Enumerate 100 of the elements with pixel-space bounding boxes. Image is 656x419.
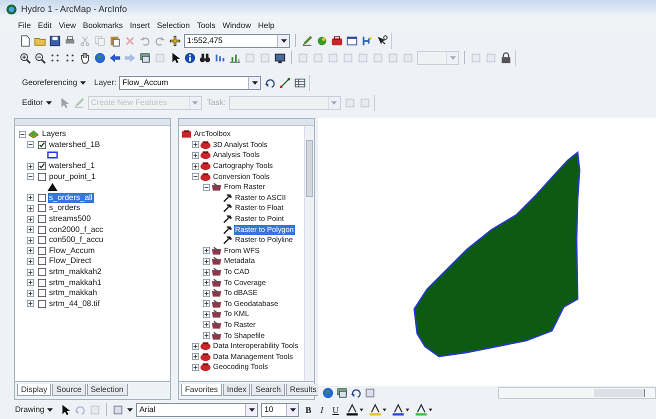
tab[interactable]: Favorites <box>181 384 222 396</box>
layer-dropdown[interactable]: Flow_Accum <box>119 76 262 90</box>
plus-icon[interactable] <box>169 34 181 46</box>
collapse-icon[interactable] <box>203 184 210 191</box>
expand-icon[interactable] <box>192 141 199 148</box>
layer-name[interactable]: Flow_Accum <box>48 246 96 256</box>
layer-name[interactable]: Flow_Direct <box>48 256 92 266</box>
menu-item[interactable]: Tools <box>196 20 216 30</box>
marker-color-icon[interactable] <box>414 403 434 416</box>
layer-name[interactable]: watershed_1 <box>48 161 96 172</box>
line-color-icon[interactable] <box>390 403 411 416</box>
expand-icon[interactable] <box>27 226 34 234</box>
expand-icon[interactable] <box>27 194 34 202</box>
dots-icon[interactable] <box>49 52 61 64</box>
checkbox[interactable] <box>38 278 46 287</box>
rotate-icon[interactable] <box>350 387 362 399</box>
globe-icon[interactable] <box>94 52 106 64</box>
expand-icon[interactable] <box>203 247 210 254</box>
expand-icon[interactable] <box>203 321 210 328</box>
layer-name[interactable]: watershed_1B <box>48 140 102 150</box>
expand-icon[interactable] <box>27 236 34 244</box>
checkbox[interactable] <box>38 226 46 234</box>
binoculars-icon[interactable] <box>199 52 211 64</box>
document-icon[interactable] <box>19 34 31 46</box>
layers-icon[interactable] <box>336 387 348 399</box>
expand-icon[interactable] <box>27 204 34 212</box>
checkbox[interactable] <box>38 246 46 255</box>
zoom-in-icon[interactable] <box>19 52 31 64</box>
hand-icon[interactable] <box>79 52 91 64</box>
dots-icon[interactable] <box>64 52 76 64</box>
expand-icon[interactable] <box>27 268 34 276</box>
menu-item[interactable]: Edit <box>38 20 52 30</box>
layer-name[interactable]: con2000_f_acc <box>48 224 104 235</box>
layers-icon[interactable] <box>139 52 151 64</box>
checkbox[interactable] <box>38 215 46 224</box>
tab[interactable]: Source <box>52 384 86 396</box>
checkbox[interactable] <box>38 194 46 202</box>
expand-icon[interactable] <box>192 152 199 159</box>
toolbox-icon[interactable] <box>331 34 343 46</box>
square-icon[interactable] <box>112 404 124 416</box>
italic-button[interactable]: I <box>317 404 326 414</box>
layer-name[interactable]: srtm_makkah1 <box>48 278 102 288</box>
scale-field[interactable]: 1:552,475 <box>184 34 290 48</box>
checkbox[interactable] <box>38 172 46 181</box>
clipboard-icon[interactable] <box>109 34 121 46</box>
layer-name[interactable]: streams500 <box>48 214 92 224</box>
branch-icon[interactable] <box>361 34 373 46</box>
table-icon[interactable] <box>294 76 306 88</box>
checkbox[interactable] <box>38 162 46 170</box>
expand-icon[interactable] <box>203 332 210 340</box>
menu-item[interactable]: Help <box>258 20 274 30</box>
expand-icon[interactable] <box>192 364 199 371</box>
scrollbar[interactable] <box>498 387 656 399</box>
collapse-icon[interactable] <box>19 130 26 138</box>
expand-icon[interactable] <box>203 279 210 286</box>
help-icon[interactable] <box>376 34 388 46</box>
arrow-left-icon[interactable] <box>109 52 121 64</box>
checkbox[interactable] <box>38 257 46 266</box>
globe-icon[interactable] <box>322 387 334 399</box>
rotate-icon[interactable] <box>264 76 276 88</box>
expand-icon[interactable] <box>203 310 210 318</box>
menu-item[interactable]: Bookmarks <box>82 20 123 30</box>
editor-menu[interactable]: Editor <box>19 96 55 110</box>
menu-item[interactable]: File <box>18 20 31 30</box>
checkbox[interactable] <box>38 268 46 276</box>
fill-color-icon[interactable] <box>368 403 388 416</box>
expand-icon[interactable] <box>203 268 210 276</box>
expand-icon[interactable] <box>27 162 34 170</box>
expand-icon[interactable] <box>192 353 199 360</box>
checkbox[interactable] <box>38 204 46 212</box>
tab[interactable]: Search <box>251 384 285 396</box>
expand-icon[interactable] <box>27 258 34 265</box>
georeferencing-menu[interactable]: Georeferencing <box>19 76 90 90</box>
zoom-field[interactable] <box>417 50 459 64</box>
menu-item[interactable]: Insert <box>130 20 150 30</box>
expand-icon[interactable] <box>192 162 199 170</box>
layer-name[interactable]: s_orders <box>48 203 82 214</box>
info-icon[interactable] <box>184 52 196 64</box>
font-dropdown[interactable]: Arial <box>136 402 258 416</box>
checkbox[interactable] <box>38 236 46 244</box>
window-icon[interactable] <box>346 34 358 46</box>
expand-icon[interactable] <box>27 247 34 254</box>
bold-button[interactable]: B <box>302 404 314 414</box>
expand-icon[interactable] <box>203 290 210 297</box>
tab[interactable]: Selection <box>86 384 128 396</box>
layer-name[interactable]: s_orders_all <box>48 192 94 203</box>
layer-name[interactable]: pour_point_1 <box>48 172 97 182</box>
drawing-menu[interactable]: Drawing <box>12 402 56 416</box>
chart-icon[interactable] <box>229 52 241 64</box>
tab[interactable]: Display <box>17 384 52 396</box>
scrollbar[interactable] <box>304 126 314 381</box>
collapse-icon[interactable] <box>192 173 199 180</box>
tab[interactable]: Results <box>286 384 321 396</box>
expand-icon[interactable] <box>192 342 199 350</box>
square-icon[interactable] <box>364 387 376 399</box>
layer-name[interactable]: con500_f_accu <box>48 235 104 246</box>
pencil-icon[interactable] <box>301 34 313 46</box>
zoom-out-icon[interactable] <box>34 52 46 64</box>
checkbox[interactable] <box>38 140 46 149</box>
tab[interactable]: Index <box>222 384 250 396</box>
